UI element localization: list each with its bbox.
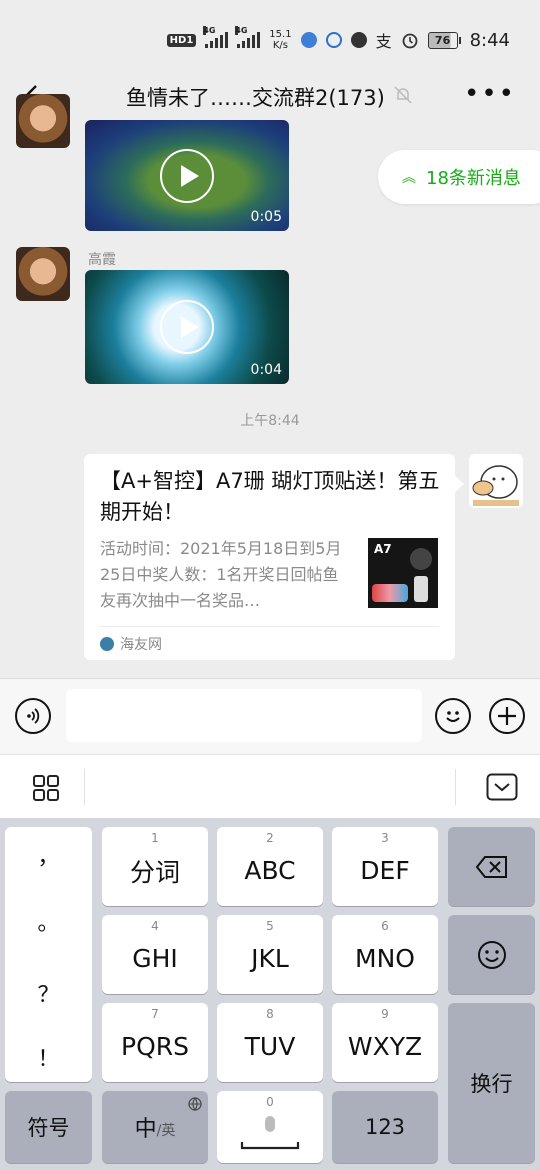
- app-notification-icon: [350, 32, 367, 48]
- numbers-key[interactable]: 123: [332, 1091, 438, 1163]
- status-bar: HD1 4G 4G 15.1 K/s 支 76 8:44: [0, 0, 540, 72]
- play-icon[interactable]: [160, 148, 214, 203]
- backspace-icon: [475, 855, 507, 878]
- video-message[interactable]: 0:05: [85, 120, 289, 231]
- muted-bell-icon: [394, 86, 412, 104]
- space-key[interactable]: 0: [217, 1091, 323, 1163]
- card-title: 【A+智控】A7珊 瑚灯顶贴送！第五期开始！: [100, 469, 440, 524]
- browser-notification-icon: [300, 32, 317, 48]
- enter-key[interactable]: 换行: [448, 1003, 535, 1163]
- key-5[interactable]: 5 JKL: [217, 915, 323, 994]
- emoji-icon[interactable]: [435, 698, 471, 734]
- video-message[interactable]: 0:04: [85, 270, 289, 384]
- emoji-key[interactable]: [448, 915, 535, 994]
- hide-keyboard-icon[interactable]: [486, 773, 518, 801]
- punct-key-period[interactable]: 。: [5, 905, 92, 937]
- card-thumbnail: A7: [368, 538, 438, 608]
- card-description: 活动时间：2021年5月18日到5月25日中奖人数：1名开奖日回帖鱼友再次抽中一…: [100, 539, 342, 610]
- grid-menu-icon[interactable]: [32, 774, 60, 802]
- video-duration: 0:05: [250, 209, 282, 225]
- punct-key-question[interactable]: ？: [5, 977, 92, 1009]
- voice-input-icon[interactable]: [15, 698, 51, 734]
- backspace-key[interactable]: [448, 827, 535, 906]
- alipay-icon: 支: [375, 32, 392, 51]
- globe-icon: [188, 1097, 202, 1111]
- key-8[interactable]: 8 TUV: [217, 1003, 323, 1082]
- symbols-key[interactable]: 符号: [5, 1091, 92, 1163]
- sender-name: 高霞: [88, 252, 116, 268]
- link-card-message[interactable]: 【A+智控】A7珊 瑚灯顶贴送！第五期开始！ 活动时间：2021年5月18日到5…: [84, 454, 464, 660]
- message-timestamp: 上午8:44: [240, 413, 300, 429]
- smiley-icon: [477, 940, 506, 969]
- card-divider: [100, 626, 439, 627]
- punct-key-exclaim[interactable]: ！: [5, 1041, 92, 1073]
- key-7[interactable]: 7 PQRS: [102, 1003, 208, 1082]
- chat-notification-icon: [325, 32, 342, 48]
- chat-header: 鱼情未了……交流群2(173) •••: [0, 72, 540, 120]
- keyboard: ， 。 ？ ！ 1 分词 2 ABC 3 DEF 4 GHI 5 JKL 6 MNO 7 PQ…: [0, 818, 540, 1170]
- key-1[interactable]: 1 分词: [102, 827, 208, 906]
- clock: 8:44: [469, 29, 510, 51]
- plus-icon[interactable]: [489, 698, 525, 734]
- punct-key-comma[interactable]: ，: [5, 839, 92, 871]
- key-2[interactable]: 2 ABC: [217, 827, 323, 906]
- more-options-icon[interactable]: •••: [464, 81, 516, 107]
- sender-avatar[interactable]: [16, 247, 70, 301]
- toolbar-divider: [455, 769, 456, 805]
- hd-voice-icon: HD1: [166, 33, 197, 47]
- video-duration: 0:04: [250, 362, 282, 378]
- key-3[interactable]: 3 DEF: [332, 827, 438, 906]
- chat-title: 鱼情未了……交流群2(173): [126, 86, 385, 110]
- punctuation-column[interactable]: ， 。 ？ ！: [5, 827, 92, 1082]
- source-logo-icon: [100, 637, 114, 651]
- sender-avatar[interactable]: [16, 94, 70, 148]
- my-avatar[interactable]: [469, 454, 523, 508]
- play-icon[interactable]: [160, 300, 214, 354]
- cartoon-avatar-icon: [469, 454, 523, 508]
- double-chevron-up-icon: ︽: [402, 170, 416, 186]
- key-9[interactable]: 9 WXYZ: [332, 1003, 438, 1082]
- network-speed: 15.1 K/s: [269, 29, 292, 51]
- new-messages-label: 18条新消息: [426, 168, 521, 189]
- alarm-icon: [402, 33, 417, 49]
- chat-input-bar: [0, 678, 540, 754]
- message-input[interactable]: [66, 689, 422, 742]
- new-messages-button[interactable]: ︽ 18条新消息: [378, 150, 540, 204]
- key-6[interactable]: 6 MNO: [332, 915, 438, 994]
- cellular-signal-icon-1: 4G: [203, 26, 229, 48]
- card-source: 海友网: [100, 634, 162, 654]
- ime-toolbar: [0, 754, 540, 818]
- cellular-signal-icon-2: 4G: [235, 26, 261, 48]
- microphone-icon: [240, 1116, 300, 1150]
- key-4[interactable]: 4 GHI: [102, 915, 208, 994]
- toolbar-divider: [84, 769, 85, 805]
- language-switch-key[interactable]: 中/英: [102, 1091, 208, 1163]
- battery-icon: 76: [427, 31, 461, 49]
